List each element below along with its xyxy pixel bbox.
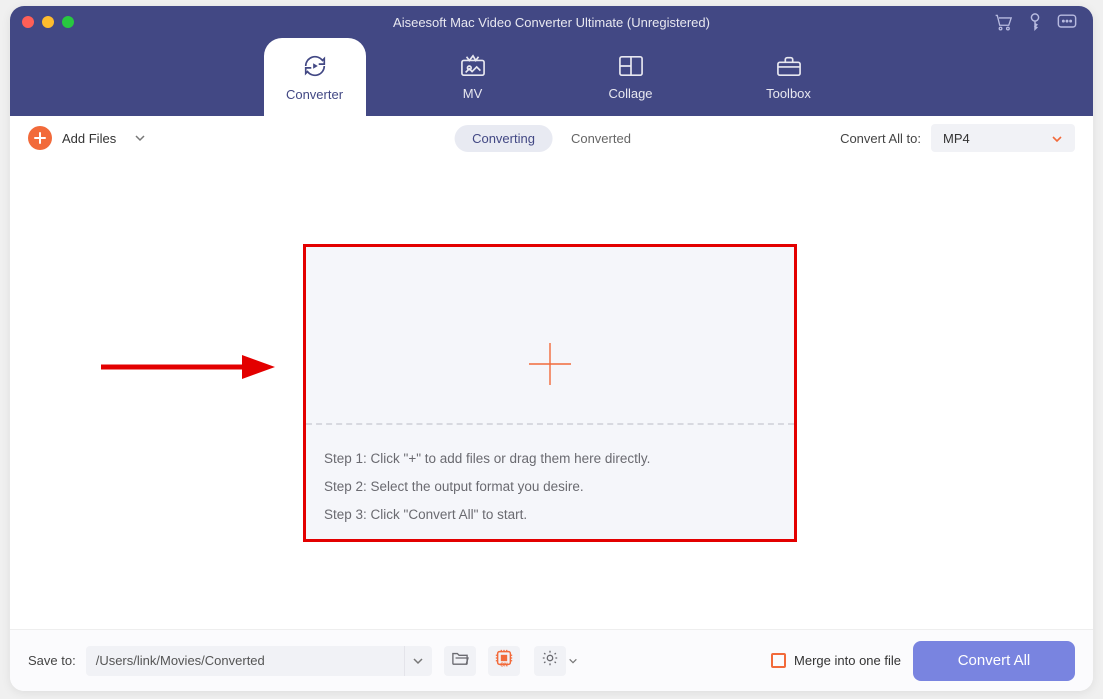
convert-all-to-label: Convert All to: [840, 131, 921, 146]
bottom-bar: Save to: /Users/link/Movies/Converted ON [10, 629, 1093, 691]
toolbox-icon [775, 54, 803, 78]
main-tabs: Converter MV [264, 38, 840, 116]
chevron-down-icon [1051, 131, 1063, 146]
minimize-window-button[interactable] [42, 16, 54, 28]
titlebar: Aiseesoft Mac Video Converter Ultimate (… [10, 6, 1093, 38]
gpu-accel-button[interactable]: ON [488, 646, 520, 676]
chevron-down-icon[interactable] [568, 652, 578, 670]
dropzone-divider [306, 423, 794, 425]
chat-icon[interactable] [1057, 13, 1077, 31]
svg-text:ON: ON [500, 663, 508, 668]
chevron-down-icon[interactable] [134, 129, 146, 147]
mv-icon [459, 54, 487, 78]
tab-mv-label: MV [463, 86, 483, 101]
tab-collage[interactable]: Collage [580, 38, 682, 116]
save-path-value: /Users/link/Movies/Converted [96, 653, 265, 668]
traffic-lights [22, 16, 74, 28]
close-window-button[interactable] [22, 16, 34, 28]
convert-all-button[interactable]: Convert All [913, 641, 1075, 681]
tab-toolbox-label: Toolbox [766, 86, 811, 101]
save-path-dropdown[interactable] [404, 646, 432, 676]
output-format-select[interactable]: MP4 [931, 124, 1075, 152]
folder-icon [451, 650, 469, 671]
segment-converted[interactable]: Converted [553, 125, 649, 152]
maximize-window-button[interactable] [62, 16, 74, 28]
merge-label: Merge into one file [794, 653, 901, 668]
refresh-play-icon [301, 53, 329, 79]
convert-all-button-label: Convert All [958, 652, 1031, 669]
tab-converter-label: Converter [286, 87, 343, 102]
dropzone[interactable]: Step 1: Click "+" to add files or drag t… [303, 244, 797, 542]
checkbox-icon [771, 653, 786, 668]
output-format-value: MP4 [943, 131, 970, 146]
cart-icon[interactable] [993, 13, 1013, 31]
convert-all-to-group: Convert All to: MP4 [840, 124, 1075, 152]
window-title: Aiseesoft Mac Video Converter Ultimate (… [393, 15, 710, 30]
toolbar: Add Files Converting Converted Convert A… [10, 116, 1093, 160]
merge-checkbox[interactable]: Merge into one file [771, 653, 901, 668]
titlebar-actions [993, 13, 1077, 31]
content-area: Step 1: Click "+" to add files or drag t… [10, 160, 1093, 629]
save-path-field[interactable]: /Users/link/Movies/Converted [86, 646, 404, 676]
instruction-step-2: Step 2: Select the output format you des… [324, 473, 650, 501]
app-window: Aiseesoft Mac Video Converter Ultimate (… [10, 6, 1093, 691]
tab-collage-label: Collage [608, 86, 652, 101]
settings-button[interactable] [534, 646, 566, 676]
open-folder-button[interactable] [444, 646, 476, 676]
add-files-label: Add Files [62, 131, 116, 146]
gpu-chip-icon: ON [494, 648, 514, 673]
gear-icon [541, 649, 559, 672]
tab-mv[interactable]: MV [422, 38, 524, 116]
instructions: Step 1: Click "+" to add files or drag t… [324, 445, 650, 529]
tab-toolbox[interactable]: Toolbox [738, 38, 840, 116]
plus-icon [525, 339, 575, 394]
collage-icon [617, 54, 645, 78]
key-icon[interactable] [1027, 13, 1043, 31]
plus-circle-icon [28, 126, 52, 150]
save-to-label: Save to: [28, 653, 76, 668]
header-tabs-bar: Converter MV [10, 38, 1093, 116]
annotation-arrow [97, 352, 275, 387]
segment-converting[interactable]: Converting [454, 125, 553, 152]
add-files-button[interactable]: Add Files [28, 126, 146, 150]
tab-converter[interactable]: Converter [264, 38, 366, 116]
instruction-step-3: Step 3: Click "Convert All" to start. [324, 501, 650, 529]
instruction-step-1: Step 1: Click "+" to add files or drag t… [324, 445, 650, 473]
status-segmented-control: Converting Converted [454, 125, 649, 152]
